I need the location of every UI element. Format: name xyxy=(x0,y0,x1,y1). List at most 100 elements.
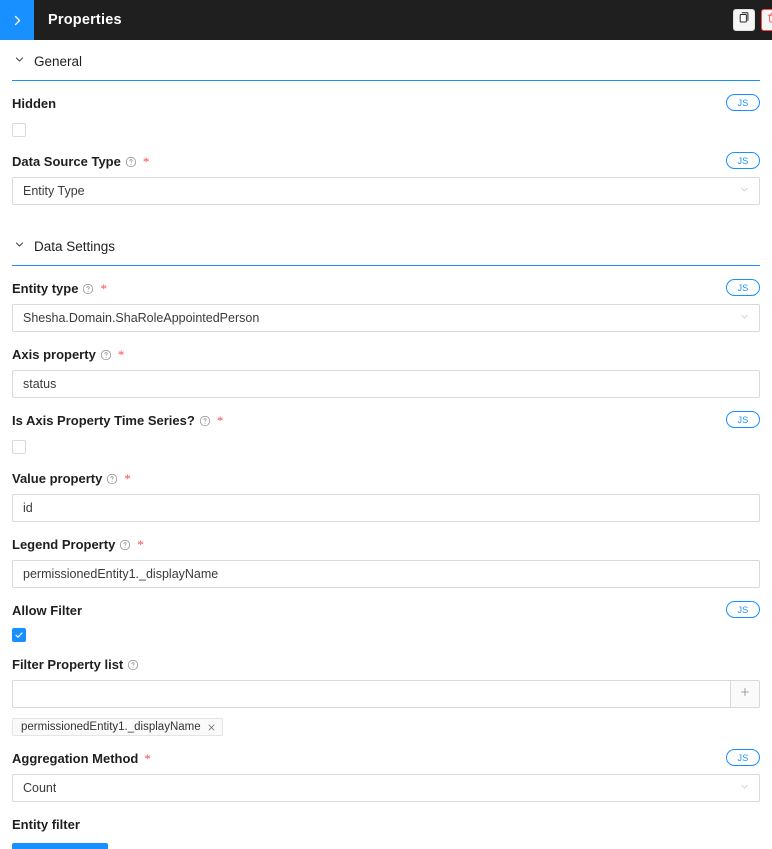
js-toggle-aggregation-method[interactable]: JS xyxy=(726,749,760,766)
legend-property-input[interactable]: permissionedEntity1._displayName xyxy=(12,560,760,588)
entity-type-select[interactable]: Shesha.Domain.ShaRoleAppointedPerson xyxy=(12,304,760,332)
add-filter-property-button[interactable] xyxy=(730,680,760,708)
chevron-down-icon xyxy=(739,781,750,795)
required-marker: * xyxy=(142,154,150,169)
help-circle-icon[interactable] xyxy=(127,659,139,671)
field-hidden: Hidden JS xyxy=(12,81,760,139)
copy-icon xyxy=(738,11,751,29)
field-axis-property-label-row: Axis property * xyxy=(12,346,760,363)
section-title-general: General xyxy=(34,53,83,69)
panel-title: Properties xyxy=(48,12,122,28)
field-entity-filter: Entity filter Query Builder show json xyxy=(12,802,760,849)
field-is-axis-property-time-series: Is Axis Property Time Series? * JS xyxy=(12,398,760,456)
aggregation-method-select[interactable]: Count xyxy=(12,774,760,802)
help-circle-icon[interactable] xyxy=(125,156,137,168)
field-entity-type-label: Entity type xyxy=(12,281,79,296)
filter-property-list-group xyxy=(12,680,760,708)
field-allow-filter: Allow Filter JS xyxy=(12,588,760,642)
required-marker: * xyxy=(137,537,144,552)
help-circle-icon[interactable] xyxy=(199,415,211,427)
aggregation-method-value: Count xyxy=(23,781,57,795)
field-hidden-label: Hidden xyxy=(12,96,57,111)
field-aggregation-method: Aggregation Method * JS Count xyxy=(12,736,760,802)
section-title-data-settings: Data Settings xyxy=(34,238,116,254)
js-toggle-hidden[interactable]: JS xyxy=(726,94,760,111)
field-allow-filter-label: Allow Filter xyxy=(12,603,83,618)
field-data-source-type: Data Source Type * JS Entity Type xyxy=(12,139,760,205)
js-toggle-is-axis-time-series[interactable]: JS xyxy=(726,411,760,428)
filter-property-list-input[interactable] xyxy=(12,680,730,708)
delete-icon xyxy=(766,11,772,29)
data-source-type-value: Entity Type xyxy=(23,184,85,198)
help-circle-icon[interactable] xyxy=(100,349,112,361)
field-axis-property: Axis property * status xyxy=(12,332,760,398)
field-aggregation-method-label-row: Aggregation Method * JS xyxy=(12,749,760,767)
help-circle-icon[interactable] xyxy=(106,473,118,485)
chevron-down-icon xyxy=(739,311,750,325)
query-builder-button[interactable]: Query Builder xyxy=(12,843,109,849)
chevron-down-icon xyxy=(14,237,25,255)
field-data-source-type-label: Data Source Type xyxy=(12,154,121,169)
field-allow-filter-control xyxy=(12,626,760,642)
value-property-input[interactable]: id xyxy=(12,494,760,522)
section-header-general[interactable]: General xyxy=(12,40,760,81)
field-is-axis-time-series-label: Is Axis Property Time Series? xyxy=(12,413,195,428)
field-entity-type-label-row: Entity type * JS xyxy=(12,279,760,297)
field-value-property-label: Value property xyxy=(12,471,103,486)
chevron-down-icon xyxy=(14,52,25,70)
collapse-panel-button[interactable] xyxy=(0,0,34,40)
required-marker: * xyxy=(216,413,224,428)
required-marker: * xyxy=(100,281,107,296)
field-legend-property-label: Legend Property xyxy=(12,537,116,552)
field-aggregation-method-label: Aggregation Method xyxy=(12,751,139,766)
field-filter-property-list-label: Filter Property list xyxy=(12,657,124,672)
field-hidden-control xyxy=(12,119,760,139)
axis-property-value: status xyxy=(23,377,57,391)
data-source-type-select[interactable]: Entity Type xyxy=(12,177,760,205)
section-header-data-settings[interactable]: Data Settings xyxy=(12,225,760,266)
entity-type-value: Shesha.Domain.ShaRoleAppointedPerson xyxy=(23,311,260,325)
field-entity-filter-label: Entity filter xyxy=(12,817,80,832)
axis-property-input[interactable]: status xyxy=(12,370,760,398)
plus-icon xyxy=(739,685,751,703)
js-toggle-entity-type[interactable]: JS xyxy=(726,279,760,296)
help-circle-icon[interactable] xyxy=(119,539,131,551)
field-filter-property-list: Filter Property list permissionedEntity1… xyxy=(12,642,760,736)
field-allow-filter-label-row: Allow Filter JS xyxy=(12,601,760,619)
js-toggle-data-source-type[interactable]: JS xyxy=(726,152,760,169)
panel-header: Properties xyxy=(0,0,772,40)
field-data-source-type-label-row: Data Source Type * JS xyxy=(12,152,760,170)
filter-property-tags: permissionedEntity1._displayName xyxy=(12,717,760,736)
hidden-checkbox[interactable] xyxy=(12,122,26,137)
copy-button[interactable] xyxy=(733,9,755,31)
field-value-property-label-row: Value property * xyxy=(12,470,760,487)
properties-panel: Properties General Hidden JS Data Source… xyxy=(0,0,772,849)
chevron-down-icon xyxy=(739,184,750,198)
close-icon[interactable] xyxy=(207,723,216,732)
required-marker: * xyxy=(117,347,125,362)
legend-property-value: permissionedEntity1._displayName xyxy=(23,567,219,581)
value-property-value: id xyxy=(23,501,33,515)
required-marker: * xyxy=(144,751,151,766)
query-builder-row: Query Builder show json xyxy=(12,843,760,849)
chevron-right-icon xyxy=(11,14,24,27)
field-is-axis-time-series-label-row: Is Axis Property Time Series? * JS xyxy=(12,411,760,429)
header-actions xyxy=(733,0,772,40)
field-legend-property: Legend Property * permissionedEntity1._d… xyxy=(12,522,760,588)
filter-property-tag-label: permissionedEntity1._displayName xyxy=(21,721,201,733)
field-entity-filter-label-row: Entity filter xyxy=(12,816,760,833)
allow-filter-checkbox[interactable] xyxy=(12,628,26,642)
filter-property-tag[interactable]: permissionedEntity1._displayName xyxy=(12,718,223,736)
help-circle-icon[interactable] xyxy=(82,283,94,295)
field-legend-property-label-row: Legend Property * xyxy=(12,536,760,553)
field-entity-type: Entity type * JS Shesha.Domain.ShaRoleAp… xyxy=(12,266,760,332)
delete-button[interactable] xyxy=(761,9,772,31)
field-hidden-label-row: Hidden JS xyxy=(12,94,760,112)
properties-form: General Hidden JS Data Source Type * JS … xyxy=(0,40,772,849)
field-filter-property-list-label-row: Filter Property list xyxy=(12,656,760,673)
is-axis-time-series-checkbox[interactable] xyxy=(12,439,26,454)
js-toggle-allow-filter[interactable]: JS xyxy=(726,601,760,618)
required-marker: * xyxy=(124,471,131,486)
field-axis-property-label: Axis property xyxy=(12,347,96,362)
field-value-property: Value property * id xyxy=(12,456,760,522)
